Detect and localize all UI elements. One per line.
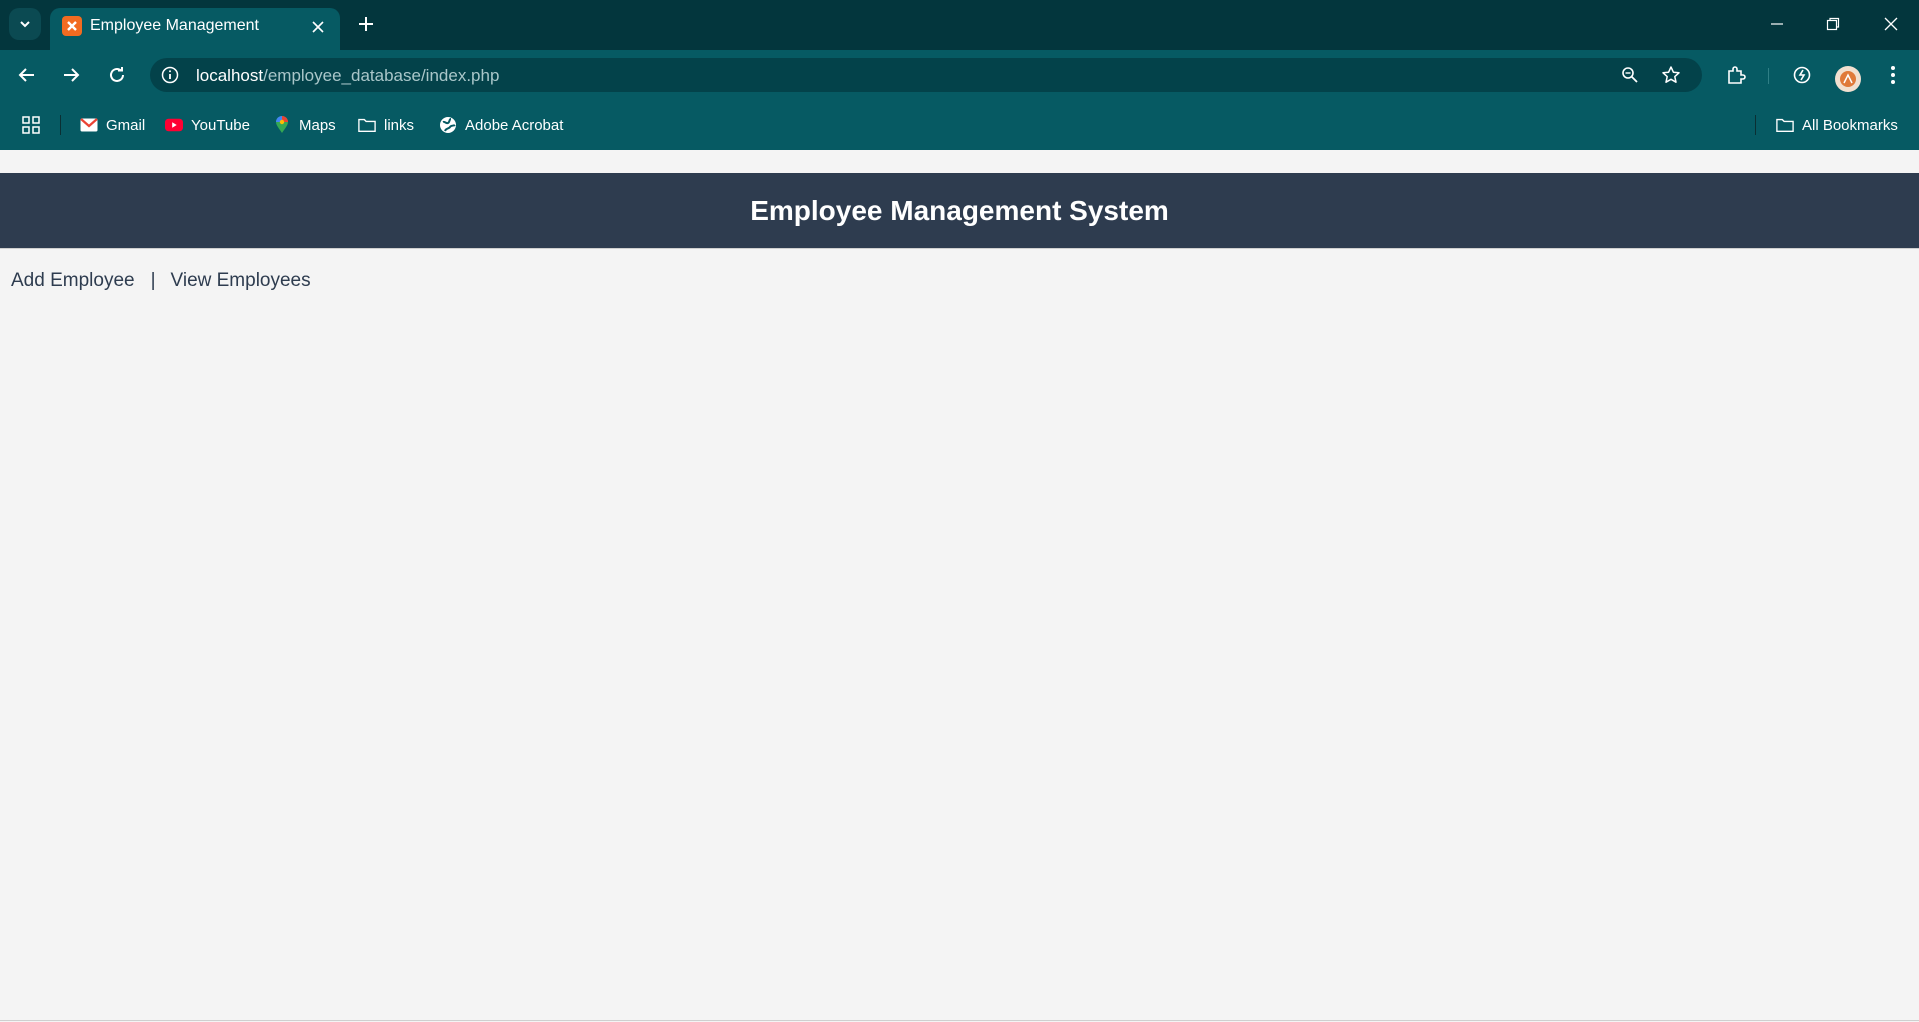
- url-text[interactable]: localhost/employee_database/index.php: [196, 66, 499, 86]
- site-info-icon[interactable]: [160, 65, 180, 85]
- xampp-favicon-icon: [62, 16, 82, 36]
- view-employees-link[interactable]: View Employees: [171, 270, 311, 291]
- plus-icon: [359, 17, 373, 31]
- extensions-button[interactable]: [1723, 62, 1749, 88]
- arrow-right-icon: [64, 68, 80, 82]
- page-content: Employee Management System Add Employee |…: [0, 150, 1919, 1022]
- close-icon: [1884, 17, 1898, 31]
- window-bottom-border: [0, 1020, 1919, 1021]
- bookmark-adobe-acrobat[interactable]: Adobe Acrobat: [439, 114, 563, 136]
- globe-icon: [439, 116, 457, 134]
- reload-icon: [110, 67, 124, 82]
- bookmark-label: links: [384, 116, 415, 134]
- bookmark-star-icon[interactable]: [1661, 65, 1681, 85]
- bookmark-youtube[interactable]: YouTube: [165, 114, 250, 136]
- tab-title: Employee Management: [90, 17, 259, 34]
- bookmark-label: Maps: [299, 116, 336, 134]
- bookmarks-bar: Gmail YouTube Maps links Adobe Acrobat A…: [0, 100, 1919, 150]
- toolbar-divider: [1768, 68, 1769, 84]
- all-bookmarks-label: All Bookmarks: [1802, 116, 1898, 134]
- back-button[interactable]: [14, 62, 40, 88]
- zoom-icon[interactable]: [1620, 65, 1640, 85]
- restore-button[interactable]: [1821, 12, 1845, 36]
- site-header: Employee Management System: [0, 173, 1919, 249]
- chevron-down-icon: [20, 21, 30, 28]
- all-bookmarks-button[interactable]: All Bookmarks: [1776, 114, 1898, 136]
- restore-icon: [1826, 17, 1840, 31]
- maps-icon: [273, 116, 291, 134]
- add-employee-link[interactable]: Add Employee: [11, 270, 135, 291]
- new-tab-button[interactable]: [354, 12, 378, 36]
- url-host: localhost: [196, 66, 264, 85]
- menu-button[interactable]: [1880, 62, 1906, 88]
- puzzle-icon: [1728, 66, 1746, 84]
- close-window-button[interactable]: [1879, 12, 1903, 36]
- browser-tab[interactable]: Employee Management: [50, 8, 340, 50]
- arrow-left-icon: [18, 68, 34, 82]
- tab-strip: Employee Management: [0, 0, 1919, 50]
- bookmark-label: Gmail: [106, 116, 146, 134]
- reload-button[interactable]: [104, 62, 130, 88]
- gmail-icon: [80, 116, 98, 134]
- apps-grid-icon: [22, 116, 40, 134]
- address-bar[interactable]: localhost/employee_database/index.php: [150, 58, 1702, 92]
- bookmark-links-folder[interactable]: links: [358, 114, 414, 136]
- performance-button[interactable]: [1789, 62, 1815, 88]
- minimize-icon: [1771, 23, 1783, 25]
- nav-separator: |: [150, 270, 156, 291]
- kebab-menu-icon: [1891, 66, 1895, 84]
- profile-avatar[interactable]: [1835, 66, 1861, 92]
- forward-button[interactable]: [58, 62, 84, 88]
- profile-avatar-icon: [1840, 71, 1856, 87]
- folder-icon: [1776, 116, 1794, 134]
- youtube-icon: [165, 116, 183, 134]
- apps-button[interactable]: [22, 114, 48, 136]
- bookmark-label: Adobe Acrobat: [465, 116, 564, 134]
- page-title: Employee Management System: [750, 194, 1169, 226]
- bookmark-gmail[interactable]: Gmail: [80, 114, 145, 136]
- bookmarks-divider: [1755, 115, 1756, 135]
- speedometer-icon: [1793, 66, 1811, 84]
- site-nav: Add Employee | View Employees: [11, 270, 311, 292]
- close-tab-icon[interactable]: [308, 17, 328, 37]
- tab-search-button[interactable]: [9, 8, 41, 40]
- bookmark-label: YouTube: [191, 116, 250, 134]
- bookmark-maps[interactable]: Maps: [273, 114, 336, 136]
- folder-icon: [358, 116, 376, 134]
- browser-toolbar: localhost/employee_database/index.php: [0, 50, 1919, 100]
- url-path: /employee_database/index.php: [263, 66, 500, 85]
- minimize-button[interactable]: [1765, 12, 1789, 36]
- bookmarks-divider: [60, 115, 61, 135]
